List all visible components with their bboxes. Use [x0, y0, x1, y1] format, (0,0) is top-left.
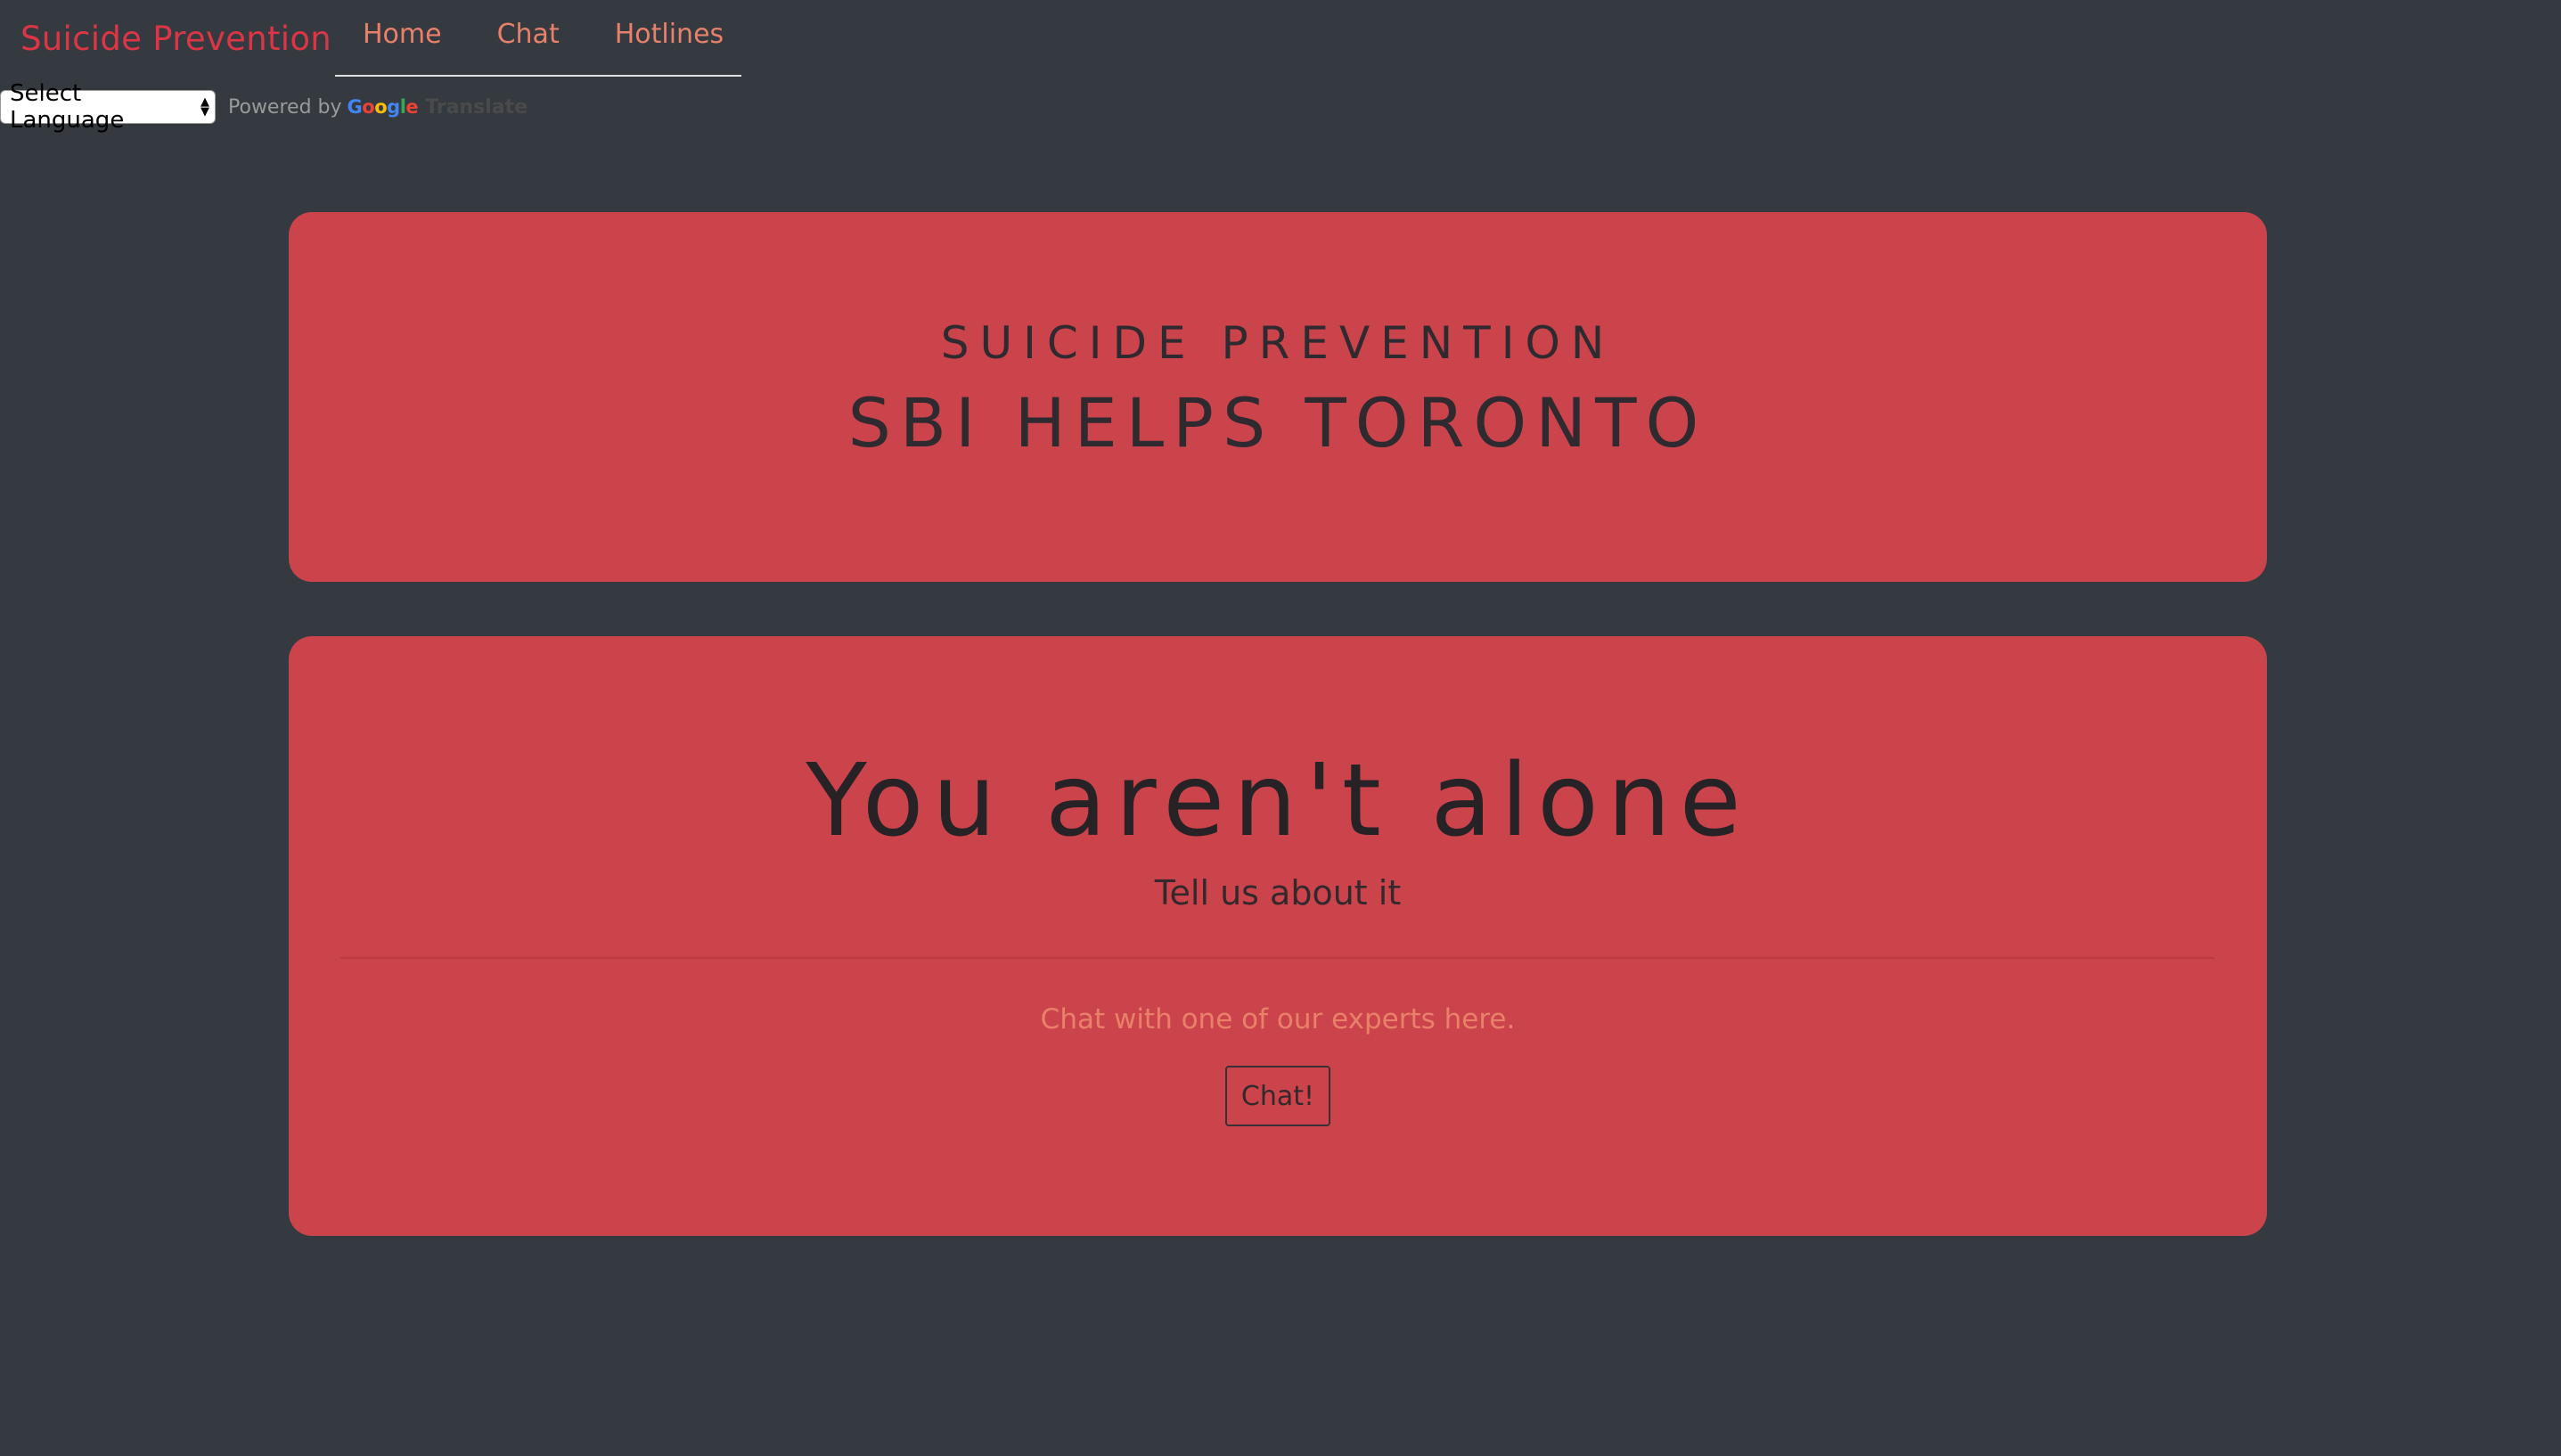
translate-link[interactable]: Translate	[425, 96, 528, 119]
google-logo-letter: g	[387, 96, 400, 118]
nav-links: Home Chat Hotlines	[335, 0, 741, 77]
chat-card: You aren't alone Tell us about it Chat w…	[289, 636, 2267, 1236]
chat-button[interactable]: Chat!	[1225, 1066, 1330, 1126]
google-logo: Google	[348, 96, 419, 118]
google-translate-bar: Select Language ▲ ▼ Powered by Google Tra…	[0, 80, 528, 134]
powered-by-text: Powered by	[228, 95, 342, 119]
chat-description: Chat with one of our experts here.	[1040, 1003, 1516, 1035]
powered-by-google: Powered by Google Translate	[228, 96, 528, 119]
hero-title: SBI HELPS TORONTO	[847, 383, 1708, 462]
select-arrows-icon: ▲ ▼	[200, 95, 209, 119]
top-navbar: Suicide Prevention Home Chat Hotlines	[0, 0, 802, 80]
divider	[340, 957, 2215, 959]
nav-link-hotlines[interactable]: Hotlines	[615, 19, 724, 50]
google-logo-letter: o	[362, 96, 375, 118]
google-logo-letter: G	[347, 96, 363, 118]
main-subheading: Tell us about it	[1154, 873, 1402, 912]
language-select[interactable]: Select Language ▲ ▼	[0, 80, 216, 134]
brand-link[interactable]: Suicide Prevention	[20, 20, 331, 58]
google-logo-letter: o	[374, 96, 388, 118]
google-logo-letter: e	[405, 96, 419, 118]
main-heading: You aren't alone	[806, 743, 1750, 859]
nav-link-home[interactable]: Home	[363, 19, 442, 50]
nav-link-chat[interactable]: Chat	[497, 19, 560, 50]
language-select-value: Select Language	[10, 80, 125, 134]
hero-card: SUICIDE PREVENTION SBI HELPS TORONTO	[289, 212, 2267, 582]
hero-subtitle: SUICIDE PREVENTION	[940, 317, 1616, 369]
